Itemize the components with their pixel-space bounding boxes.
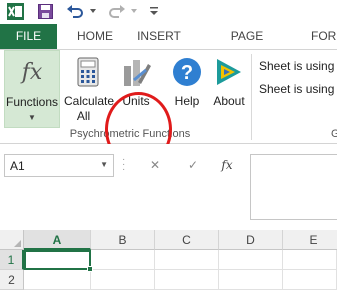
save-icon[interactable] (38, 4, 53, 19)
status-text-2: Sheet is using S (259, 82, 337, 96)
group-label: Psychrometric Functions (69, 128, 191, 140)
column-header[interactable]: C (155, 230, 219, 250)
status-text-1: Sheet is using 1 (259, 59, 337, 73)
help-icon: ? (173, 58, 201, 86)
units-icon (124, 60, 151, 86)
tab-insert[interactable]: INSERT (135, 24, 183, 49)
name-box-value: A1 (10, 159, 25, 173)
units-label: Units (122, 94, 150, 108)
check-icon[interactable]: ✓ (180, 154, 206, 177)
chevron-down-icon[interactable]: ▼ (100, 160, 108, 169)
cell[interactable] (91, 250, 155, 270)
column-header[interactable]: E (283, 230, 337, 250)
chevron-down-icon: ▼ (28, 113, 36, 122)
about-label: About (213, 94, 245, 108)
calculate-label-line1: Calculate (64, 94, 115, 108)
row-header[interactable]: 1 (0, 250, 24, 270)
functions-button[interactable]: fx Functions ▼ (4, 50, 60, 128)
select-all-icon (14, 240, 21, 247)
resize-handle-icon[interactable]: · · · (122, 155, 126, 175)
worksheet-grid: A B C D E 1 2 (0, 230, 337, 294)
excel-icon[interactable] (7, 3, 24, 20)
units-button[interactable]: Units (116, 50, 156, 128)
column-header[interactable]: D (219, 230, 283, 250)
insert-function-button[interactable]: fx (214, 154, 240, 177)
customize-icon[interactable] (149, 6, 159, 16)
help-button[interactable]: ? Help (167, 50, 207, 128)
select-all-button[interactable] (0, 230, 24, 250)
column-header[interactable]: B (91, 230, 155, 250)
formula-input[interactable] (250, 154, 337, 220)
cancel-icon[interactable]: ✕ (142, 154, 168, 177)
tab-file[interactable]: FILE (0, 24, 57, 49)
calculate-label-line2: All (76, 109, 91, 123)
calculate-all-label: Calculate All (63, 94, 115, 124)
help-label: Help (174, 94, 200, 108)
undo-icon[interactable] (66, 4, 84, 19)
cell[interactable] (91, 270, 155, 290)
tab-formulas[interactable]: FORI (311, 24, 337, 49)
undo-dropdown-icon[interactable] (89, 6, 97, 16)
cell[interactable] (24, 270, 91, 290)
about-icon (217, 59, 241, 85)
functions-label: Functions (5, 95, 59, 109)
cell[interactable] (219, 270, 283, 290)
fill-handle[interactable] (87, 266, 93, 272)
cell[interactable] (283, 250, 337, 270)
about-button[interactable]: About (209, 50, 249, 128)
cell[interactable] (283, 270, 337, 290)
quick-access-toolbar (0, 0, 337, 24)
row-header[interactable]: 2 (0, 270, 24, 290)
svg-text:?: ? (181, 62, 193, 84)
calculate-all-button[interactable]: Calculate All (63, 50, 115, 128)
cell[interactable] (219, 250, 283, 270)
selected-cell[interactable] (24, 250, 93, 272)
redo-icon[interactable] (108, 4, 126, 19)
next-group-label: G (331, 128, 337, 140)
ribbon-tabs: FILE HOME INSERT PAGE LAYOUT FORI (0, 24, 337, 68)
ribbon: fx Functions ▼ Calculate All Units ? Hel… (0, 49, 337, 167)
group-separator (251, 54, 252, 140)
tab-home[interactable]: HOME (73, 24, 117, 49)
function-icon: fx (21, 60, 43, 85)
cell[interactable] (155, 250, 219, 270)
redo-dropdown-icon[interactable] (130, 6, 138, 16)
column-header[interactable]: A (24, 230, 91, 250)
calculator-icon (77, 57, 99, 87)
name-box[interactable]: A1 ▼ (4, 154, 114, 177)
formula-bar: A1 ▼ · · · ✕ ✓ fx (0, 144, 337, 230)
cell[interactable] (155, 270, 219, 290)
tab-page-layout[interactable]: PAGE LAYOUT (207, 24, 287, 68)
